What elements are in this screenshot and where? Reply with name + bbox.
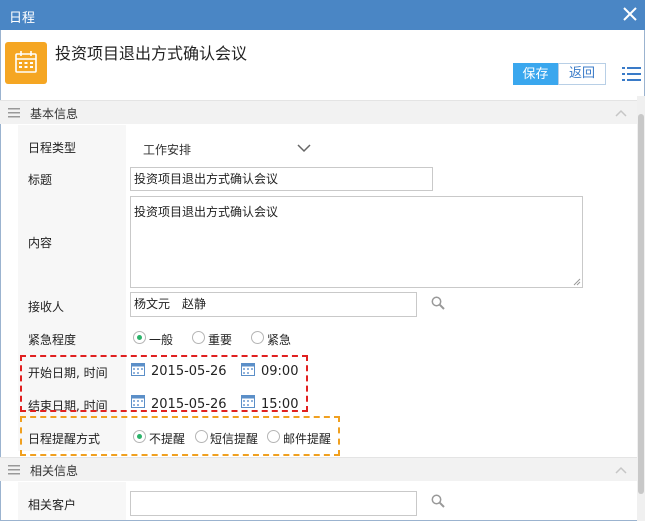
content-textarea[interactable]: 投资项目退出方式确认会议	[130, 196, 583, 288]
field-urgency-row: 紧急程度	[18, 325, 636, 351]
save-button[interactable]: 保存	[513, 63, 558, 85]
chevron-down-icon	[297, 144, 311, 153]
field-label: 接收人	[28, 300, 65, 314]
chevron-up-icon[interactable]	[615, 466, 627, 474]
field-type-row: 日程类型	[18, 133, 636, 161]
list-icon	[8, 465, 20, 475]
search-icon[interactable]	[431, 296, 445, 310]
page-title: 投资项目退出方式确认会议	[55, 44, 248, 63]
urgency-option-label: 紧急	[267, 333, 292, 347]
back-button[interactable]: 返回	[558, 63, 606, 85]
date-highlight-box	[20, 355, 308, 412]
search-icon[interactable]	[431, 494, 445, 508]
field-label: 相关客户	[28, 498, 77, 512]
scrollbar-thumb[interactable]	[638, 114, 644, 494]
window-title: 日程	[9, 11, 36, 26]
section-related-header[interactable]: 相关信息	[0, 457, 637, 481]
urgency-option-label: 一般	[149, 333, 174, 347]
urgency-option-label: 重要	[208, 333, 233, 347]
section-basic-header[interactable]: 基本信息	[0, 100, 637, 124]
content-text: 投资项目退出方式确认会议	[134, 205, 279, 219]
type-select-value: 工作安排	[143, 143, 192, 157]
customer-input[interactable]	[130, 491, 417, 516]
menu-icon[interactable]	[622, 67, 641, 81]
close-icon[interactable]	[619, 2, 641, 26]
scrollbar[interactable]	[637, 96, 645, 521]
field-label: 内容	[28, 236, 53, 250]
chevron-up-icon[interactable]	[615, 109, 627, 117]
type-select[interactable]: 工作安排	[130, 134, 314, 160]
list-icon	[8, 108, 20, 118]
title-input[interactable]: 投资项目退出方式确认会议	[130, 167, 433, 191]
section-label: 基本信息	[30, 107, 79, 121]
calendar-icon	[5, 42, 47, 84]
field-label: 紧急程度	[28, 333, 77, 347]
urgency-radio-normal[interactable]	[133, 331, 146, 344]
urgency-radio-urgent[interactable]	[251, 331, 264, 344]
section-label: 相关信息	[30, 464, 79, 478]
reminder-highlight-box	[20, 416, 340, 456]
urgency-radio-important[interactable]	[192, 331, 205, 344]
resize-handle-icon[interactable]	[573, 278, 581, 286]
field-label: 标题	[28, 173, 53, 187]
field-label: 日程类型	[28, 141, 77, 155]
recipients-input[interactable]: 杨文元 赵静	[130, 292, 417, 317]
window-titlebar: 日程	[0, 0, 645, 30]
